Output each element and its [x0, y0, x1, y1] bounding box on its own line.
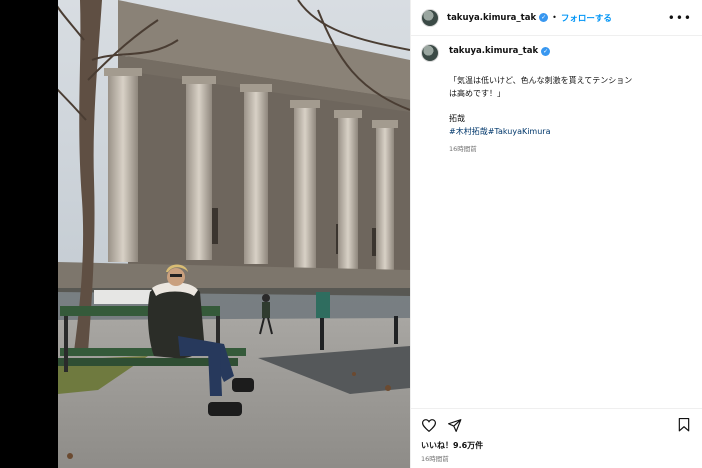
caption-signature: 拓哉 — [449, 114, 465, 123]
heart-icon[interactable] — [421, 417, 437, 433]
caption-username[interactable]: takuya.kimura_tak — [449, 46, 538, 56]
post-side-panel: takuya.kimura_tak ✓ • フォローする ••• takuya.… — [410, 0, 702, 468]
action-bar — [411, 408, 702, 433]
caption-body: takuya.kimura_tak ✓ 「気温は低いけど、色んな刺激を貰えてテン… — [449, 46, 634, 153]
hashtag-link[interactable]: #TakuyaKimura — [488, 127, 551, 136]
post-header: takuya.kimura_tak ✓ • フォローする ••• — [411, 0, 702, 36]
follow-button[interactable]: フォローする — [561, 12, 612, 24]
caption-text: 「気温は低いけど、色んな刺激を貰えてテンションは高めです！」 — [449, 76, 633, 98]
like-count[interactable]: いいね！9.6万件 — [421, 440, 483, 451]
caption-avatar[interactable] — [421, 44, 439, 62]
username-link[interactable]: takuya.kimura_tak — [447, 13, 536, 23]
hashtags: #木村拓哉#TakuyaKimura — [449, 126, 634, 137]
caption-username-row: takuya.kimura_tak ✓ — [449, 46, 634, 56]
hashtag-link[interactable]: #木村拓哉 — [449, 127, 488, 136]
more-options-icon[interactable]: ••• — [668, 11, 692, 25]
verified-badge-icon: ✓ — [541, 46, 551, 56]
caption-timestamp: 16時間前 — [449, 145, 477, 153]
verified-badge-icon: ✓ — [539, 13, 549, 22]
post-timestamp: 16時間前 — [421, 455, 449, 463]
avatar[interactable] — [421, 8, 439, 27]
bookmark-icon[interactable] — [676, 417, 692, 433]
separator-dot: • — [552, 13, 557, 22]
send-icon[interactable] — [447, 417, 463, 433]
photo-illustration — [58, 0, 410, 468]
caption-block: takuya.kimura_tak ✓ 「気温は低いけど、色んな刺激を貰えてテン… — [411, 36, 702, 161]
post-photo — [58, 0, 410, 468]
post-modal: takuya.kimura_tak ✓ • フォローする ••• takuya.… — [58, 0, 702, 468]
